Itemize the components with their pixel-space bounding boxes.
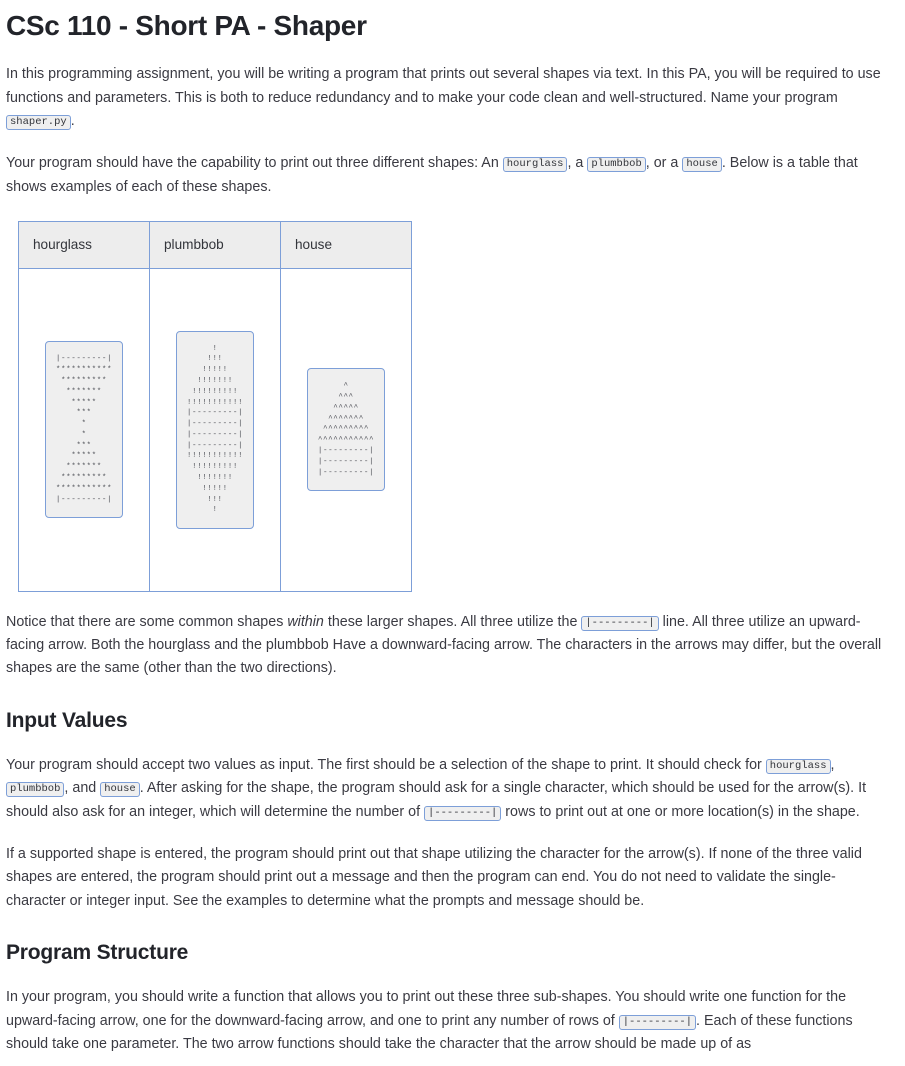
table-header-row: hourglass plumbbob house <box>18 220 412 269</box>
section-heading-input-values: Input Values <box>6 708 128 732</box>
intro-p2-text-c: , or a <box>645 155 683 172</box>
table-cell-house: ^ ^^^ ^^^^^ ^^^^^^^ ^^^^^^^^^ ^^^^^^^^^^… <box>280 267 412 592</box>
code-badge-iv-line-row: |---------| <box>424 805 502 821</box>
ascii-art-plumbbob: ! !!! !!!!! !!!!!!! !!!!!!!!! !!!!!!!!!!… <box>175 330 255 530</box>
document-page: CSc 110 - Short PA - Shaper In this prog… <box>0 8 905 1066</box>
notice-text-a: Notice that there are some common shapes <box>6 613 288 630</box>
intro-p2-text-b: , a <box>567 155 588 172</box>
notice-emphasis-within: within <box>287 613 324 630</box>
table-header-house: house <box>280 220 412 269</box>
iv-p1-text-a: Your program should accept two values as… <box>6 757 766 774</box>
code-badge-plumbbob: plumbbob <box>587 157 646 173</box>
notice-text-b: these larger shapes. All three utilize t… <box>323 613 582 630</box>
ascii-art-house: ^ ^^^ ^^^^^ ^^^^^^^ ^^^^^^^^^ ^^^^^^^^^^… <box>306 368 386 492</box>
program-structure-paragraph-1: In your program, you should write a func… <box>6 986 895 1056</box>
cell-inner-house: ^ ^^^ ^^^^^ ^^^^^^^ ^^^^^^^^^ ^^^^^^^^^^… <box>281 269 411 591</box>
iv-p1-text-c: , and <box>64 780 101 797</box>
cell-inner-hourglass: |---------| *********** ********* ******… <box>19 269 149 591</box>
section-heading-program-structure: Program Structure <box>6 940 189 964</box>
input-values-paragraph-1: Your program should accept two values as… <box>6 754 895 824</box>
intro-p1-text-a: In this programming assignment, you will… <box>6 66 881 106</box>
notice-paragraph: Notice that there are some common shapes… <box>6 611 895 681</box>
intro-paragraph-1: In this programming assignment, you will… <box>6 63 895 133</box>
code-badge-iv-hourglass: hourglass <box>765 759 831 775</box>
table-cell-plumbbob: ! !!! !!!!! !!!!!!! !!!!!!!!! !!!!!!!!!!… <box>149 267 281 592</box>
intro-paragraph-2: Your program should have the capability … <box>6 152 895 199</box>
code-badge-hourglass: hourglass <box>502 157 568 173</box>
code-badge-house: house <box>682 157 722 173</box>
table-header-hourglass: hourglass <box>18 220 150 269</box>
code-badge-iv-house: house <box>100 782 140 798</box>
table-cell-hourglass: |---------| *********** ********* ******… <box>18 267 150 592</box>
table-header-plumbbob: plumbbob <box>149 220 281 269</box>
iv-p1-text-e: rows to print out at one or more locatio… <box>501 803 860 820</box>
page-title: CSc 110 - Short PA - Shaper <box>6 10 367 41</box>
shape-examples-table: hourglass plumbbob house |---------| ***… <box>18 220 412 592</box>
ascii-art-hourglass: |---------| *********** ********* ******… <box>44 341 124 519</box>
code-badge-shaper-py: shaper.py <box>6 114 71 130</box>
iv-p1-text-b: , <box>830 757 835 774</box>
intro-p2-text-a: Your program should have the capability … <box>6 155 503 172</box>
bottom-spacer <box>6 1056 895 1066</box>
cell-inner-plumbbob: ! !!! !!!!! !!!!!!! !!!!!!!!! !!!!!!!!!!… <box>150 269 280 591</box>
code-badge-line-row: |---------| <box>581 615 659 631</box>
code-badge-iv-plumbbob: plumbbob <box>6 782 65 798</box>
input-values-paragraph-2: If a supported shape is entered, the pro… <box>6 846 862 909</box>
table-row: |---------| *********** ********* ******… <box>18 267 412 592</box>
code-badge-ps-line-row: |---------| <box>618 1014 697 1030</box>
intro-p1-text-b: . <box>70 112 75 129</box>
